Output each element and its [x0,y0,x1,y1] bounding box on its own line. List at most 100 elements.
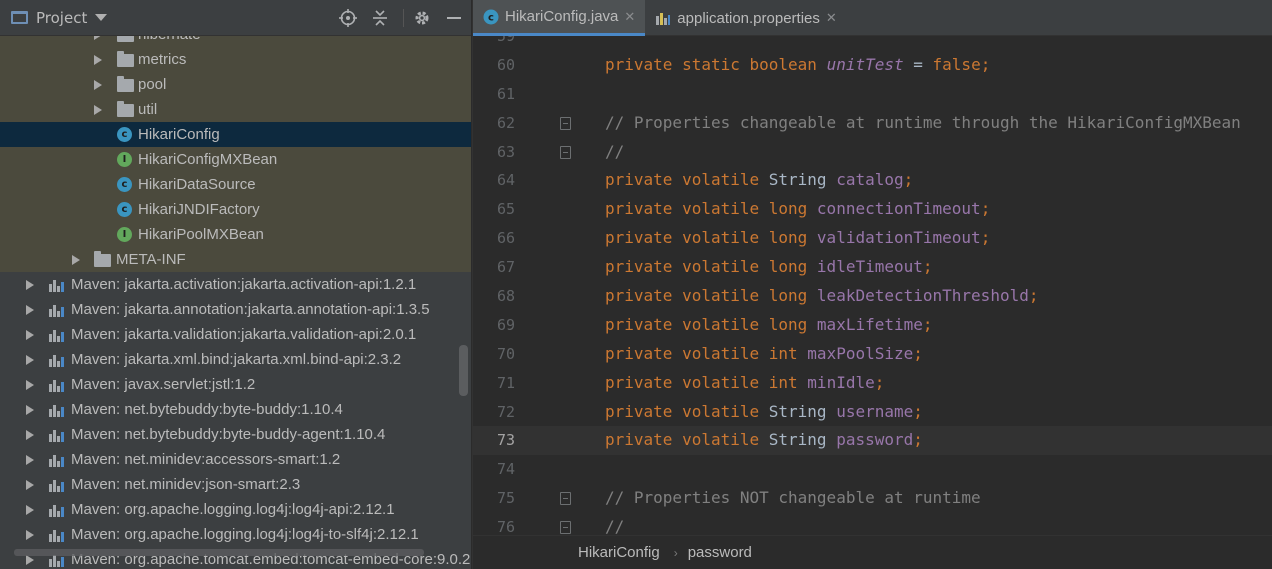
chevron-right-icon[interactable] [26,505,34,515]
java-class-icon: c [117,127,132,142]
breadcrumb-class[interactable]: HikariConfig [578,544,660,561]
source-text: private volatile long maxLifetime; [605,311,933,340]
folder-icon [117,51,134,67]
fold-marker-icon[interactable] [560,521,571,535]
code-line[interactable]: 65 private volatile long connectionTimeou… [473,195,1272,224]
chevron-right-icon[interactable] [94,55,102,65]
line-number: 60 [496,55,515,74]
chevron-right-icon[interactable] [26,480,34,490]
source-text: private volatile String username; [605,398,923,427]
code-token: private volatile long [605,199,817,219]
library-item[interactable]: Maven: jakarta.activation:jakarta.activa… [0,272,471,297]
class-item[interactable]: c HikariConfig [0,122,471,147]
chevron-right-icon[interactable] [26,555,34,565]
code-token: private volatile long [605,228,817,248]
library-item[interactable]: Maven: net.minidev:accessors-smart:1.2 [0,447,471,472]
code-token: private volatile int [605,372,808,392]
code-token: validationTimeout [816,228,981,248]
code-line[interactable]: 61 [473,80,1272,109]
collapse-all-icon[interactable] [370,8,390,28]
chevron-right-icon[interactable] [26,455,34,465]
code-token: connectionTimeout [816,199,981,219]
folder-item[interactable]: util [0,97,471,122]
code-line[interactable]: 69 private volatile long maxLifetime; [473,311,1272,340]
code-token: false; [932,54,991,74]
code-token: maxPoolSize [807,343,914,363]
code-token: = [903,54,933,74]
code-line[interactable]: 67 private volatile long idleTimeout; [473,253,1272,282]
tree-item-label: Maven: jakarta.xml.bind:jakarta.xml.bind… [71,351,402,368]
fold-marker-icon[interactable] [560,492,571,506]
tab-application-properties[interactable]: application.properties ✕ [645,0,847,36]
fold-marker-icon[interactable] [560,145,571,159]
library-item[interactable]: Maven: org.apache.logging.log4j:log4j-to… [0,522,471,547]
class-item[interactable]: c HikariJNDIFactory [0,197,471,222]
class-item[interactable]: I HikariPoolMXBean [0,222,471,247]
code-area[interactable]: 59 60 private static boolean unitTest = fa… [473,22,1272,542]
code-line[interactable]: 66 private volatile long validationTimeou… [473,224,1272,253]
code-line[interactable]: 71 private volatile int minIdle; [473,369,1272,398]
chevron-right-icon[interactable] [26,530,34,540]
source-text: private volatile long validationTimeout; [605,224,990,253]
code-token: private volatile long [605,314,817,334]
breadcrumb-member[interactable]: password [688,544,752,561]
library-item[interactable]: Maven: net.bytebuddy:byte-buddy:1.10.4 [0,397,471,422]
chevron-right-icon[interactable] [26,405,34,415]
tree-item-label: Maven: jakarta.validation:jakarta.valida… [71,326,417,343]
folder-item[interactable]: META-INF [0,247,471,272]
folder-item[interactable]: pool [0,72,471,97]
chevron-right-icon[interactable] [94,105,102,115]
project-vertical-scrollbar[interactable] [459,345,468,396]
code-line[interactable]: 68 private volatile long leakDetectionThr… [473,282,1272,311]
chevron-right-icon[interactable] [26,355,34,365]
project-horizontal-scrollbar[interactable] [14,549,424,556]
gear-icon[interactable] [412,8,432,28]
code-token: String [768,430,837,450]
library-item[interactable]: Maven: org.apache.logging.log4j:log4j-ap… [0,497,471,522]
code-token: ; [913,430,923,450]
chevron-right-icon[interactable] [72,255,80,265]
chevron-right-icon[interactable] [26,305,34,315]
code-token: maxLifetime [816,314,923,334]
code-line[interactable]: 75 // Properties NOT changeable at runtim… [473,484,1272,513]
close-icon[interactable]: ✕ [624,9,635,25]
line-number: 70 [496,344,515,363]
library-item[interactable]: Maven: jakarta.validation:jakarta.valida… [0,322,471,347]
line-number: 69 [496,315,515,334]
folder-item[interactable]: metrics [0,47,471,72]
code-line[interactable]: 63 // [473,138,1272,167]
library-item[interactable]: Maven: jakarta.xml.bind:jakarta.xml.bind… [0,347,471,372]
class-item[interactable]: I HikariConfigMXBean [0,147,471,172]
minimize-icon[interactable] [444,8,464,28]
chevron-right-icon[interactable] [26,430,34,440]
svg-text:c: c [488,12,494,23]
project-panel-title[interactable]: Project [36,9,87,27]
chevron-right-icon[interactable] [26,280,34,290]
line-number: 67 [496,258,515,277]
locate-file-icon[interactable] [338,8,358,28]
code-line[interactable]: 74 [473,455,1272,484]
source-text: // Properties changeable at runtime thro… [605,109,1241,138]
library-icon [49,303,65,317]
tab-hikariconfig-java[interactable]: c HikariConfig.java ✕ [473,0,646,36]
current-code-line[interactable]: 73 private volatile String password; [473,426,1272,456]
library-icon [49,428,65,442]
code-line[interactable]: 60 private static boolean unitTest = fals… [473,51,1272,80]
code-line[interactable]: 62 // Properties changeable at runtime th… [473,109,1272,138]
fold-marker-icon[interactable] [560,116,571,130]
source-text: // [605,138,624,167]
close-icon[interactable]: ✕ [826,10,837,26]
chevron-down-icon[interactable] [95,14,108,21]
library-icon [49,403,65,417]
class-item[interactable]: c HikariDataSource [0,172,471,197]
chevron-right-icon[interactable] [26,380,34,390]
code-line[interactable]: 64 private volatile String catalog; [473,166,1272,195]
code-line[interactable]: 72 private volatile String username; [473,398,1272,427]
library-item[interactable]: Maven: net.minidev:json-smart:2.3 [0,472,471,497]
code-line[interactable]: 70 private volatile int maxPoolSize; [473,340,1272,369]
chevron-right-icon[interactable] [26,330,34,340]
chevron-right-icon[interactable] [94,80,102,90]
library-item[interactable]: Maven: javax.servlet:jstl:1.2 [0,372,471,397]
library-item[interactable]: Maven: net.bytebuddy:byte-buddy-agent:1.… [0,422,471,447]
library-item[interactable]: Maven: jakarta.annotation:jakarta.annota… [0,297,471,322]
